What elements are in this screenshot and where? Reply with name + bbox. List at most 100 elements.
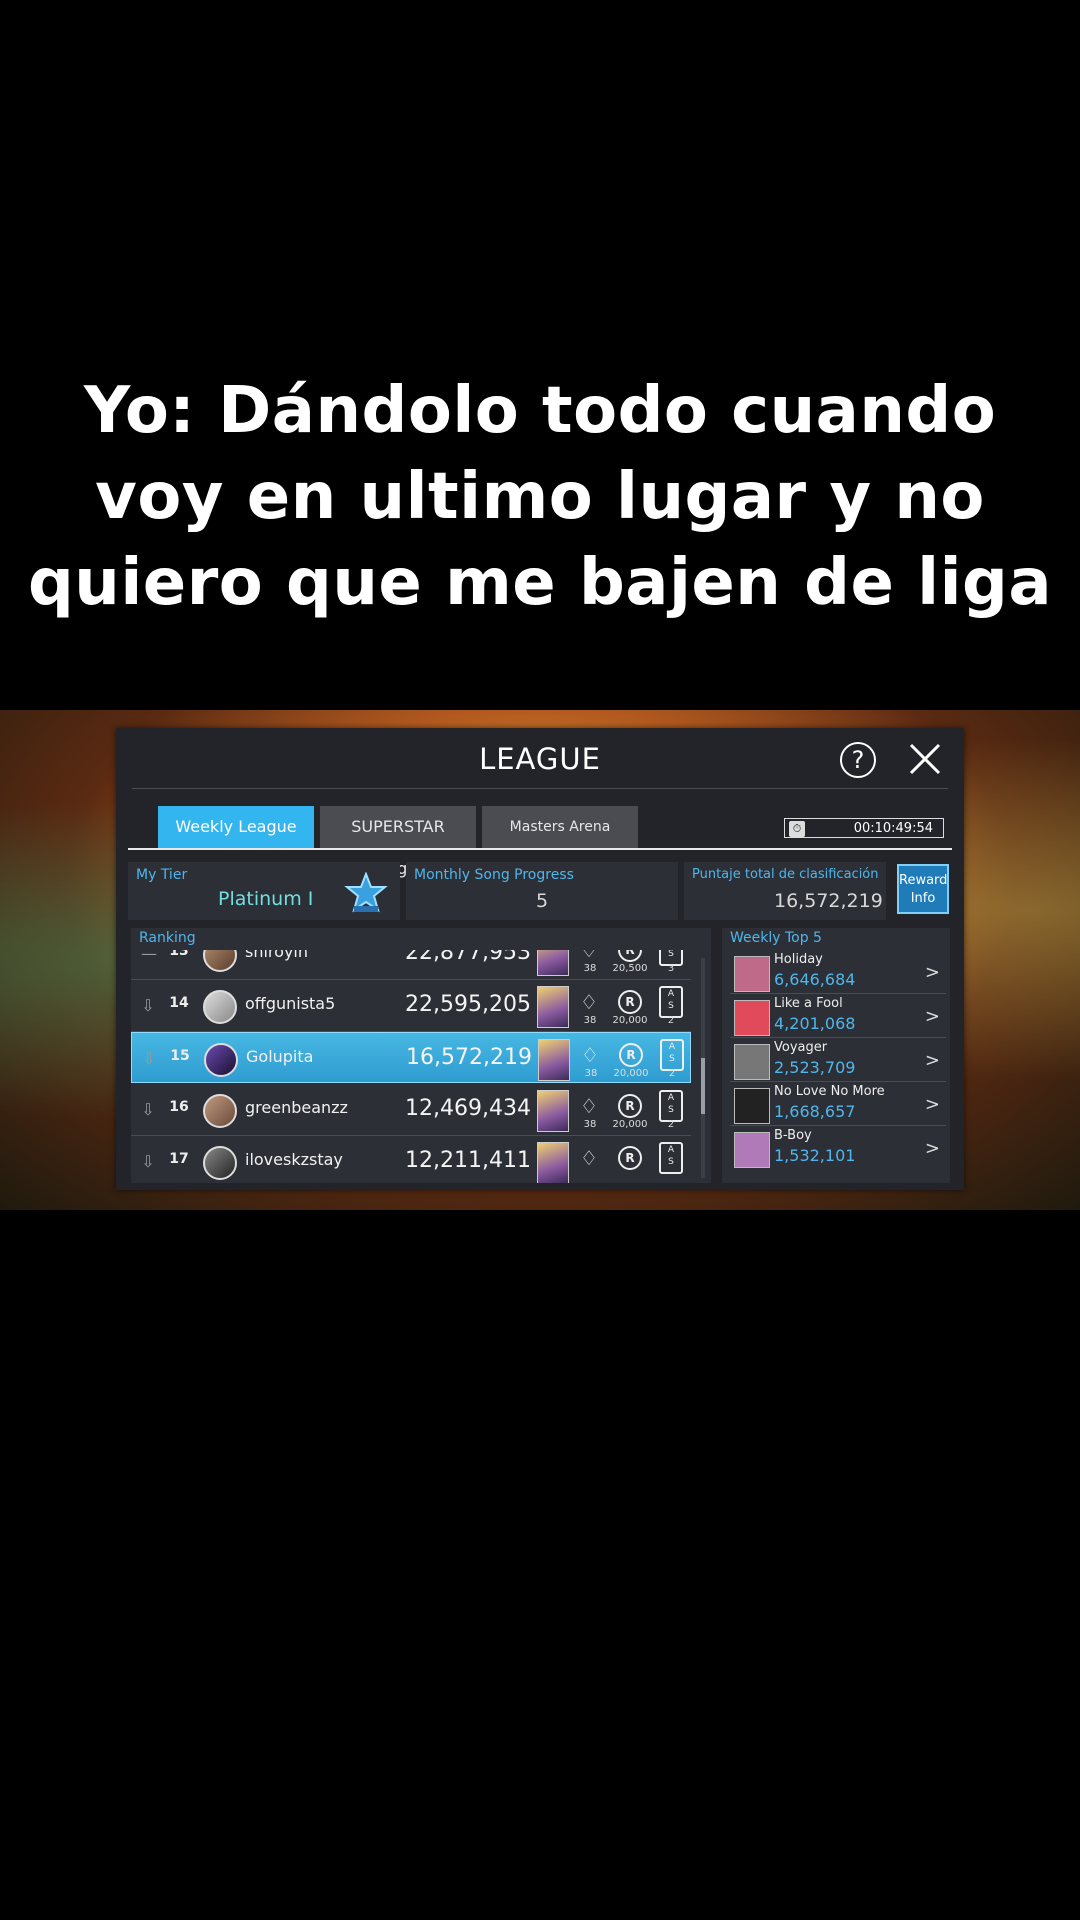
diamond-icon: ♢ [580, 1146, 598, 1170]
rank-down-icon: ⇩ [141, 1100, 155, 1119]
meme-caption: Yo: Dándolo todo cuando voy en ultimo lu… [0, 368, 1080, 626]
r-coin-count: 20,000 [612, 1119, 648, 1130]
avatar [203, 1146, 237, 1180]
caption-line-3: quiero que me bajen de liga [27, 546, 1053, 620]
avatar [204, 1043, 238, 1077]
player-score: 22,595,205 [405, 992, 531, 1017]
caption-line-2: voy en ultimo lugar y no [95, 460, 985, 534]
card-thumbnail [538, 1039, 570, 1081]
reward-info-button[interactable]: Reward Info [897, 864, 949, 914]
song-title: B-Boy [774, 1128, 812, 1143]
r-coin-icon: R [619, 1043, 643, 1067]
monthly-progress-label: Monthly Song Progress [414, 867, 574, 883]
reward-line-1: Reward [899, 873, 948, 888]
total-score-value: 16,572,219 [774, 890, 883, 912]
list-item[interactable]: B-Boy 1,532,101 > [730, 1126, 946, 1169]
tab-weekly-league[interactable]: Weekly League [158, 806, 314, 848]
rank-number: 13 [169, 950, 189, 959]
card-thumbnail [537, 950, 569, 976]
chevron-right-icon[interactable]: > [925, 1138, 940, 1159]
r-coin-icon: R [618, 950, 642, 962]
diamond-icon: ♢ [581, 1043, 599, 1067]
song-score: 4,201,068 [774, 1014, 856, 1033]
table-row[interactable]: ⇩ 16 greenbeanzz 12,469,434 ♢ 38 R 20,00… [131, 1084, 691, 1136]
as-card-icon: AS [659, 1142, 683, 1174]
chevron-right-icon[interactable]: > [925, 1050, 940, 1071]
close-icon[interactable] [906, 740, 944, 778]
my-tier-label: My Tier [136, 867, 188, 883]
chevron-right-icon[interactable]: > [925, 962, 940, 983]
weekly-top5-label: Weekly Top 5 [730, 930, 822, 946]
as-count: 3 [667, 963, 675, 974]
song-title: Holiday [774, 952, 823, 967]
card-thumbnail [537, 986, 569, 1028]
as-count: 2 [667, 1119, 675, 1130]
as-card-icon: AS [659, 986, 683, 1018]
album-cover [734, 1132, 770, 1168]
album-cover [734, 1088, 770, 1124]
rank-number: 15 [170, 1048, 190, 1064]
player-score: 12,469,434 [405, 1096, 531, 1121]
song-score: 6,646,684 [774, 970, 856, 989]
r-coin-icon: R [618, 1146, 642, 1170]
avatar [203, 1094, 237, 1128]
avatar [203, 950, 237, 972]
page-title: LEAGUE [479, 742, 601, 776]
question-circle-icon[interactable]: ? [840, 742, 876, 778]
list-item[interactable]: Holiday 6,646,684 > [730, 950, 946, 994]
my-tier-box: My Tier Platinum I [128, 862, 400, 920]
song-score: 1,532,101 [774, 1146, 856, 1165]
countdown-timer: ⏱ 00:10:49:54 [784, 818, 944, 838]
as-count: 2 [668, 1068, 676, 1079]
reward-line-2: Info [910, 891, 936, 906]
player-score: 16,572,219 [406, 1045, 532, 1070]
diamond-count: 38 [583, 963, 597, 974]
diamond-icon: ♢ [580, 1094, 598, 1118]
my-tier-value: Platinum I [218, 888, 314, 910]
total-score-box: Puntaje total de clasificación 16,572,21… [684, 862, 886, 920]
list-item[interactable]: Voyager 2,523,709 > [730, 1038, 946, 1082]
player-name: Golupita [246, 1047, 314, 1066]
table-row[interactable]: — 13 shiroyih 22,877,953 ♢ 38 R 20,500 A… [131, 950, 691, 980]
rank-number: 16 [169, 1099, 189, 1115]
list-item[interactable]: Like a Fool 4,201,068 > [730, 994, 946, 1038]
rank-down-icon: ⇩ [142, 1049, 156, 1068]
rank-trend-icon: — [141, 950, 157, 963]
timer-value: 00:10:49:54 [853, 821, 933, 836]
song-score: 1,668,657 [774, 1102, 856, 1121]
chevron-right-icon[interactable]: > [925, 1094, 940, 1115]
player-name: iloveskzstay [245, 1150, 343, 1169]
diamond-icon: ♢ [580, 990, 598, 1014]
as-card-icon: AS [659, 1090, 683, 1122]
as-card-icon: AS [660, 1039, 684, 1071]
player-name: shiroyih [245, 950, 308, 961]
player-score: 12,211,411 [405, 1148, 531, 1173]
tier-star-icon [344, 872, 388, 913]
ranking-panel: Ranking — 13 shiroyih 22,877,953 ♢ 38 R … [131, 928, 711, 1183]
as-count: 2 [667, 1015, 675, 1026]
card-thumbnail [537, 1090, 569, 1132]
song-title: No Love No More [774, 1084, 885, 1099]
diamond-count: 38 [583, 1015, 597, 1026]
total-score-label: Puntaje total de clasificación [692, 867, 879, 882]
tab-masters-arena-league[interactable]: Masters Arena League [482, 806, 638, 877]
r-coin-icon: R [618, 990, 642, 1014]
header-divider [132, 788, 948, 789]
r-coin-count: 20,500 [612, 963, 648, 974]
tab-superstar-league[interactable]: SUPERSTAR League [320, 806, 476, 878]
table-row[interactable]: ⇩ 14 offgunista5 22,595,205 ♢ 38 R 20,00… [131, 980, 691, 1032]
monthly-progress-box: Monthly Song Progress 5 [406, 862, 678, 920]
avatar [203, 990, 237, 1024]
ranking-list[interactable]: — 13 shiroyih 22,877,953 ♢ 38 R 20,500 A… [131, 950, 691, 1183]
monthly-progress-value: 5 [535, 890, 549, 912]
song-score: 2,523,709 [774, 1058, 856, 1077]
list-item[interactable]: No Love No More 1,668,657 > [730, 1082, 946, 1126]
chevron-right-icon[interactable]: > [925, 1006, 940, 1027]
ranking-label: Ranking [139, 930, 196, 946]
table-row-current-user[interactable]: ⇩ 15 Golupita 16,572,219 ♢ 38 R 20,000 A… [131, 1032, 691, 1083]
player-name: offgunista5 [245, 994, 336, 1013]
song-title: Voyager [774, 1040, 828, 1055]
table-row[interactable]: ⇩ 17 iloveskzstay 12,211,411 ♢ R AS [131, 1136, 691, 1183]
ranking-scroll-thumb[interactable] [701, 1058, 705, 1114]
r-coin-count: 20,000 [613, 1068, 649, 1079]
